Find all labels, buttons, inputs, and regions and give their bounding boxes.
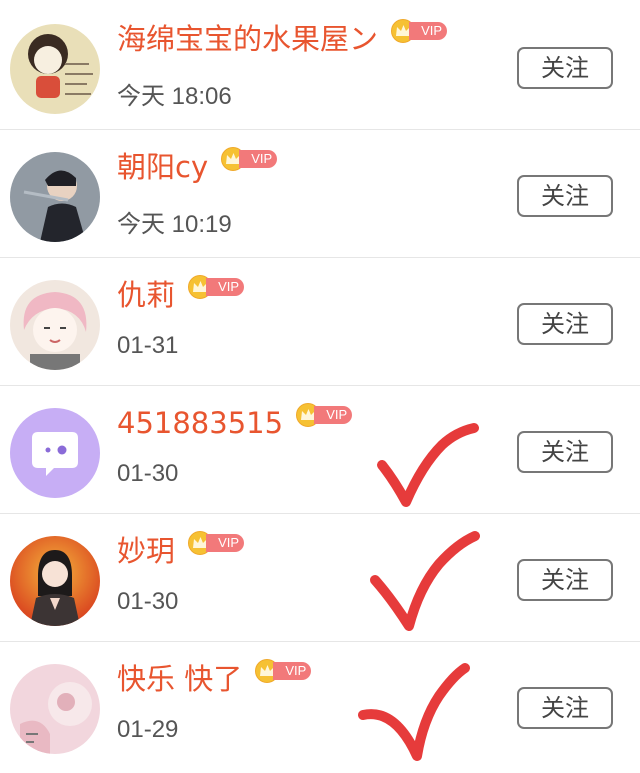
follow-button[interactable]: 关注 — [517, 47, 613, 89]
timestamp: 今天 18:06 — [117, 83, 232, 110]
follow-button[interactable]: 关注 — [517, 687, 613, 729]
avatar[interactable] — [10, 408, 100, 498]
user-name[interactable]: 仇莉 — [117, 278, 175, 312]
vip-label: VIP — [206, 278, 245, 296]
follow-button[interactable]: 关注 — [517, 175, 613, 217]
list-item[interactable]: 妙玥 VIP 01-30 关注 — [0, 514, 640, 642]
user-name[interactable]: 快乐 快了 — [117, 662, 242, 696]
user-name[interactable]: 451883515 — [117, 406, 283, 440]
avatar[interactable] — [10, 152, 100, 242]
list-item[interactable]: 快乐 快了 VIP 01-29 关注 — [0, 642, 640, 770]
follow-button[interactable]: 关注 — [517, 303, 613, 345]
avatar[interactable] — [10, 536, 100, 626]
timestamp: 01-30 — [117, 460, 179, 487]
vip-badge: VIP — [391, 19, 449, 43]
list-item[interactable]: 仇莉 VIP 01-31 关注 — [0, 258, 640, 386]
vip-label: VIP — [273, 662, 312, 680]
avatar[interactable] — [10, 280, 100, 370]
vip-badge: VIP — [188, 275, 246, 299]
vip-label: VIP — [239, 150, 278, 168]
vip-badge: VIP — [296, 403, 354, 427]
user-name[interactable]: 朝阳cy — [117, 150, 208, 184]
list-item[interactable]: 朝阳cy VIP 今天 10:19 关注 — [0, 130, 640, 258]
user-name[interactable]: 海绵宝宝的水果屋ン — [117, 22, 378, 56]
follow-button[interactable]: 关注 — [517, 431, 613, 473]
vip-label: VIP — [206, 534, 245, 552]
avatar[interactable] — [10, 664, 100, 754]
user-name[interactable]: 妙玥 — [117, 534, 175, 568]
list-item[interactable]: 海绵宝宝的水果屋ン VIP 今天 18:06 关注 — [0, 2, 640, 130]
follow-button[interactable]: 关注 — [517, 559, 613, 601]
vip-badge: VIP — [255, 659, 313, 683]
timestamp: 01-31 — [117, 332, 179, 359]
vip-label: VIP — [314, 406, 353, 424]
list-item[interactable]: 451883515 VIP 01-30 关注 — [0, 386, 640, 514]
vip-badge: VIP — [221, 147, 279, 171]
avatar[interactable] — [10, 24, 100, 114]
timestamp: 01-29 — [117, 716, 179, 743]
timestamp: 01-30 — [117, 588, 179, 615]
timestamp: 今天 10:19 — [117, 211, 232, 238]
vip-badge: VIP — [188, 531, 246, 555]
vip-label: VIP — [409, 22, 448, 40]
follower-list: 海绵宝宝的水果屋ン VIP 今天 18:06 关注 朝阳cy VIP 今天 10… — [0, 0, 640, 773]
